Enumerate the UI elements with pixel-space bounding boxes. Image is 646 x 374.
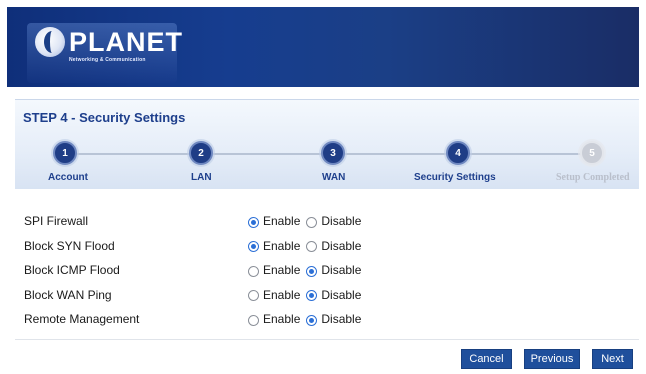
disable-label[interactable]: Disable bbox=[321, 263, 361, 277]
brand-tagline: Networking & Communication bbox=[69, 57, 146, 63]
disable-label[interactable]: Disable bbox=[321, 288, 361, 302]
brand-name: PLANET bbox=[69, 27, 183, 57]
setting-options: Enable Disable bbox=[248, 263, 367, 277]
setting-options: Enable Disable bbox=[248, 239, 367, 253]
step-2-label: LAN bbox=[191, 172, 212, 183]
step-1-label: Account bbox=[48, 172, 88, 183]
enable-radio[interactable] bbox=[248, 290, 259, 301]
disable-radio[interactable] bbox=[306, 290, 318, 301]
disable-label[interactable]: Disable bbox=[321, 312, 361, 326]
disable-label[interactable]: Disable bbox=[321, 214, 361, 228]
enable-radio[interactable] bbox=[248, 241, 259, 252]
enable-label[interactable]: Enable bbox=[263, 263, 300, 277]
setting-row-block-icmp-flood: Block ICMP Flood Enable Disable bbox=[24, 263, 624, 288]
disable-label[interactable]: Disable bbox=[321, 239, 361, 253]
enable-label[interactable]: Enable bbox=[263, 239, 300, 253]
enable-radio[interactable] bbox=[248, 216, 259, 228]
enable-label[interactable]: Enable bbox=[263, 214, 300, 228]
security-settings-form: SPI Firewall Enable Disable Block SYN Fl… bbox=[24, 214, 624, 337]
step-connector bbox=[69, 153, 205, 155]
setting-row-block-syn-flood: Block SYN Flood Enable Disable bbox=[24, 239, 624, 264]
setting-options: Enable Disable bbox=[248, 312, 367, 326]
step-connector bbox=[213, 153, 333, 155]
step-5-circle: 5 bbox=[580, 141, 604, 165]
step-3-circle: 3 bbox=[321, 141, 345, 165]
step-3-label: WAN bbox=[322, 172, 346, 183]
enable-radio[interactable] bbox=[248, 265, 259, 277]
disable-radio[interactable] bbox=[306, 265, 318, 277]
wizard-progress: STEP 4 - Security Settings 1 2 3 4 5 Acc… bbox=[15, 99, 639, 189]
disable-radio[interactable] bbox=[306, 314, 318, 326]
setting-row-spi-firewall: SPI Firewall Enable Disable bbox=[24, 214, 624, 239]
step-connector bbox=[467, 153, 589, 155]
setting-options: Enable Disable bbox=[248, 214, 367, 228]
planet-logo: PLANET bbox=[35, 27, 183, 57]
setting-label: Remote Management bbox=[24, 312, 140, 326]
planet-logo-icon bbox=[35, 27, 65, 57]
step-5-label: Setup Completed bbox=[556, 172, 630, 183]
setting-options: Enable Disable bbox=[248, 288, 367, 302]
enable-radio[interactable] bbox=[248, 314, 259, 326]
step-4-label: Security Settings bbox=[414, 172, 496, 183]
setting-label: Block SYN Flood bbox=[24, 238, 115, 253]
header-banner: PLANET Networking & Communication bbox=[7, 7, 639, 87]
step-connector bbox=[341, 153, 459, 155]
disable-radio[interactable] bbox=[306, 241, 318, 252]
next-button[interactable]: Next bbox=[592, 349, 633, 369]
setting-label: Block WAN Ping bbox=[24, 287, 112, 302]
setting-label: SPI Firewall bbox=[24, 214, 89, 228]
step-2-circle: 2 bbox=[189, 141, 213, 165]
setting-label: Block ICMP Flood bbox=[24, 263, 120, 277]
step-4-circle: 4 bbox=[446, 141, 470, 165]
enable-label[interactable]: Enable bbox=[263, 312, 300, 326]
setting-row-block-wan-ping: Block WAN Ping Enable Disable bbox=[24, 288, 624, 313]
setting-row-remote-management: Remote Management Enable Disable bbox=[24, 312, 624, 337]
previous-button[interactable]: Previous bbox=[524, 349, 580, 369]
step-1-circle: 1 bbox=[53, 141, 77, 165]
footer-divider bbox=[15, 339, 639, 340]
step-title: STEP 4 - Security Settings bbox=[23, 110, 186, 125]
disable-radio[interactable] bbox=[306, 216, 318, 228]
enable-label[interactable]: Enable bbox=[263, 288, 300, 302]
cancel-button[interactable]: Cancel bbox=[461, 349, 512, 369]
